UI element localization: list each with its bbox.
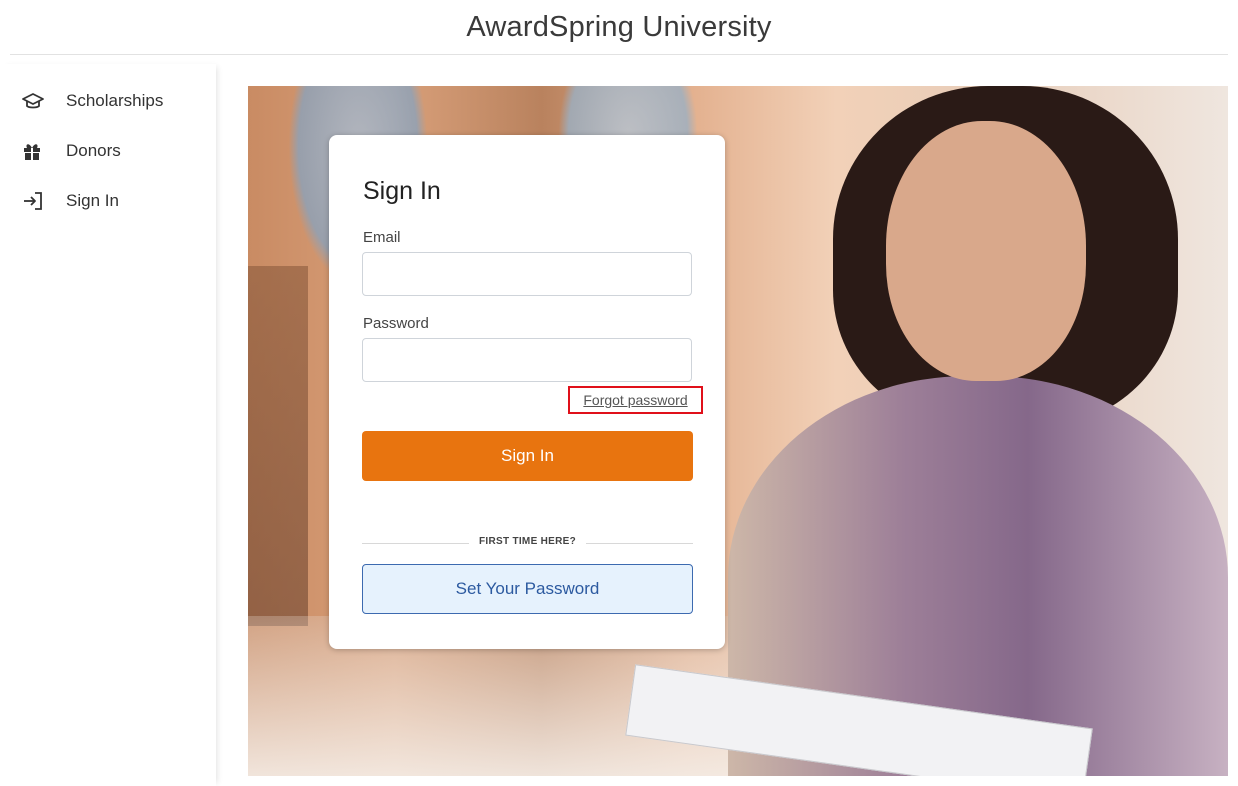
gift-icon [22,141,50,161]
first-time-text: FIRST TIME HERE? [468,536,587,547]
sidebar-item-label: Donors [66,141,121,160]
sign-in-heading: Sign In [363,177,441,205]
password-field[interactable] [362,338,692,382]
sidebar-item-label: Sign In [66,191,119,210]
sidebar-item-sign-in[interactable]: Sign In [22,187,119,215]
email-label: Email [363,229,401,246]
email-field[interactable] [362,252,692,296]
app-header: AwardSpring University [0,0,1238,54]
sidebar-item-scholarships[interactable]: Scholarships [22,87,163,115]
site-title: AwardSpring University [466,10,772,43]
forgot-password-link[interactable]: Forgot password [583,392,687,408]
header-divider [10,54,1228,55]
forgot-password-highlight: Forgot password [568,386,703,414]
password-label: Password [363,315,429,332]
sidebar-item-label: Scholarships [66,91,164,110]
sign-in-icon [22,191,50,211]
sidebar-item-donors[interactable]: Donors [22,137,121,165]
first-time-divider: FIRST TIME HERE? [362,535,693,551]
sidebar: Scholarships Donors Sign In [0,64,216,786]
sign-in-button[interactable]: Sign In [362,431,693,481]
graduation-cap-icon [22,92,50,110]
set-password-button[interactable]: Set Your Password [362,564,693,614]
sign-in-card: Sign In Email Password Forgot password S… [329,135,725,649]
